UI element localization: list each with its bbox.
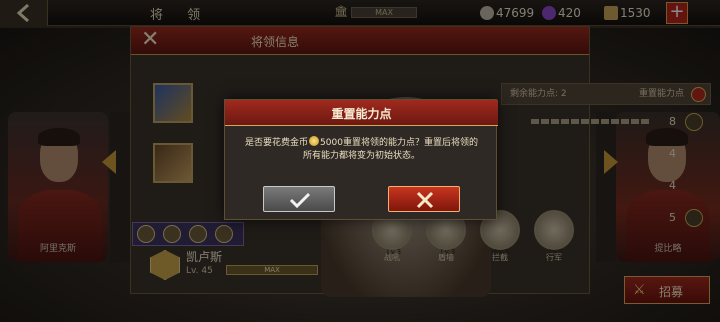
cancel-button[interactable] — [388, 186, 460, 212]
gold-coin-icon — [309, 136, 320, 146]
cost-amount: 5000 — [320, 138, 343, 148]
dialog-message: 是否要花费金币 5000重置将领的能力点？重置后将领的 所有能力都将变为初始状态。 — [235, 136, 488, 163]
close-icon — [416, 191, 434, 209]
reset-points-dialog: 重置能力点 是否要花费金币 5000重置将领的能力点？重置后将领的 所有能力都将变… — [224, 99, 498, 220]
message-suffix: 重置将领的能力点？重置后将领的 — [342, 138, 478, 148]
checkmark-icon — [289, 192, 311, 209]
dialog-header: 重置能力点 — [225, 100, 498, 126]
dialog-title: 重置能力点 — [331, 107, 392, 121]
message-line2: 所有能力都将变为初始状态。 — [302, 151, 420, 161]
confirm-button[interactable] — [263, 186, 335, 212]
message-prefix: 是否要花费金币 — [245, 138, 309, 148]
